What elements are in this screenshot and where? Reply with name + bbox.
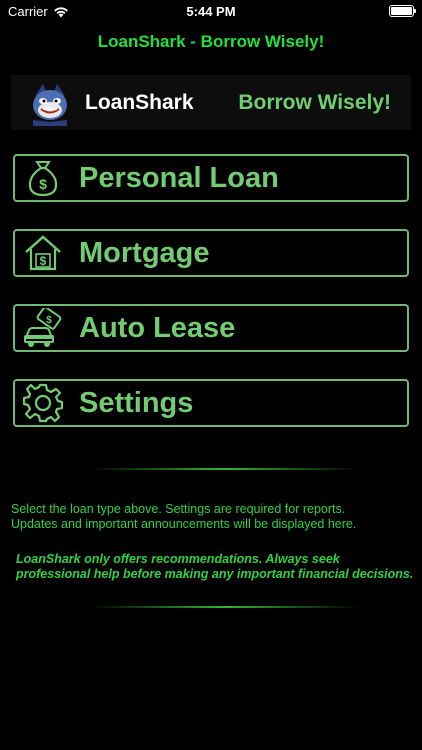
app-screen: Carrier 5:44 PM LoanShark - Borrow Wisel… [0, 0, 422, 750]
shark-mascot-icon [33, 83, 67, 126]
nav-title: LoanShark - Borrow Wisely! [97, 32, 325, 51]
auto-lease-label: Auto Lease [79, 311, 236, 344]
banner-app-name: LoanShark [85, 90, 194, 114]
battery-fill [391, 7, 412, 15]
svg-text:$: $ [39, 176, 47, 192]
battery-icon [389, 5, 416, 17]
settings-button[interactable]: Settings [13, 379, 409, 427]
app-banner: LoanShark Borrow Wisely! [11, 75, 411, 130]
mortgage-label: Mortgage [79, 236, 210, 269]
disclaimer-message: LoanShark only offers recommendations. A… [16, 552, 414, 581]
info-message: Select the loan type above. Settings are… [11, 502, 416, 532]
house-dollar-icon: $ [23, 233, 63, 273]
glow-divider-top [90, 468, 360, 470]
svg-text:$: $ [46, 315, 52, 326]
status-time: 5:44 PM [186, 4, 236, 19]
money-bag-icon: $ [23, 158, 63, 198]
car-dollar-icon: $ [23, 308, 63, 348]
status-bar: Carrier 5:44 PM [0, 0, 422, 22]
status-battery-group [389, 5, 416, 17]
info-line-2: Updates and important announcements will… [11, 517, 357, 531]
banner-slogan: Borrow Wisely! [238, 90, 391, 114]
svg-text:$: $ [40, 254, 47, 268]
personal-loan-label: Personal Loan [79, 161, 279, 194]
auto-lease-button[interactable]: $ Auto Lease [13, 304, 409, 352]
mortgage-button[interactable]: $ Mortgage [13, 229, 409, 277]
settings-label: Settings [79, 386, 194, 419]
info-line-1: Select the loan type above. Settings are… [11, 502, 346, 516]
gear-icon [23, 383, 63, 423]
glow-divider-bottom [90, 606, 360, 608]
personal-loan-button[interactable]: $ Personal Loan [13, 154, 409, 202]
